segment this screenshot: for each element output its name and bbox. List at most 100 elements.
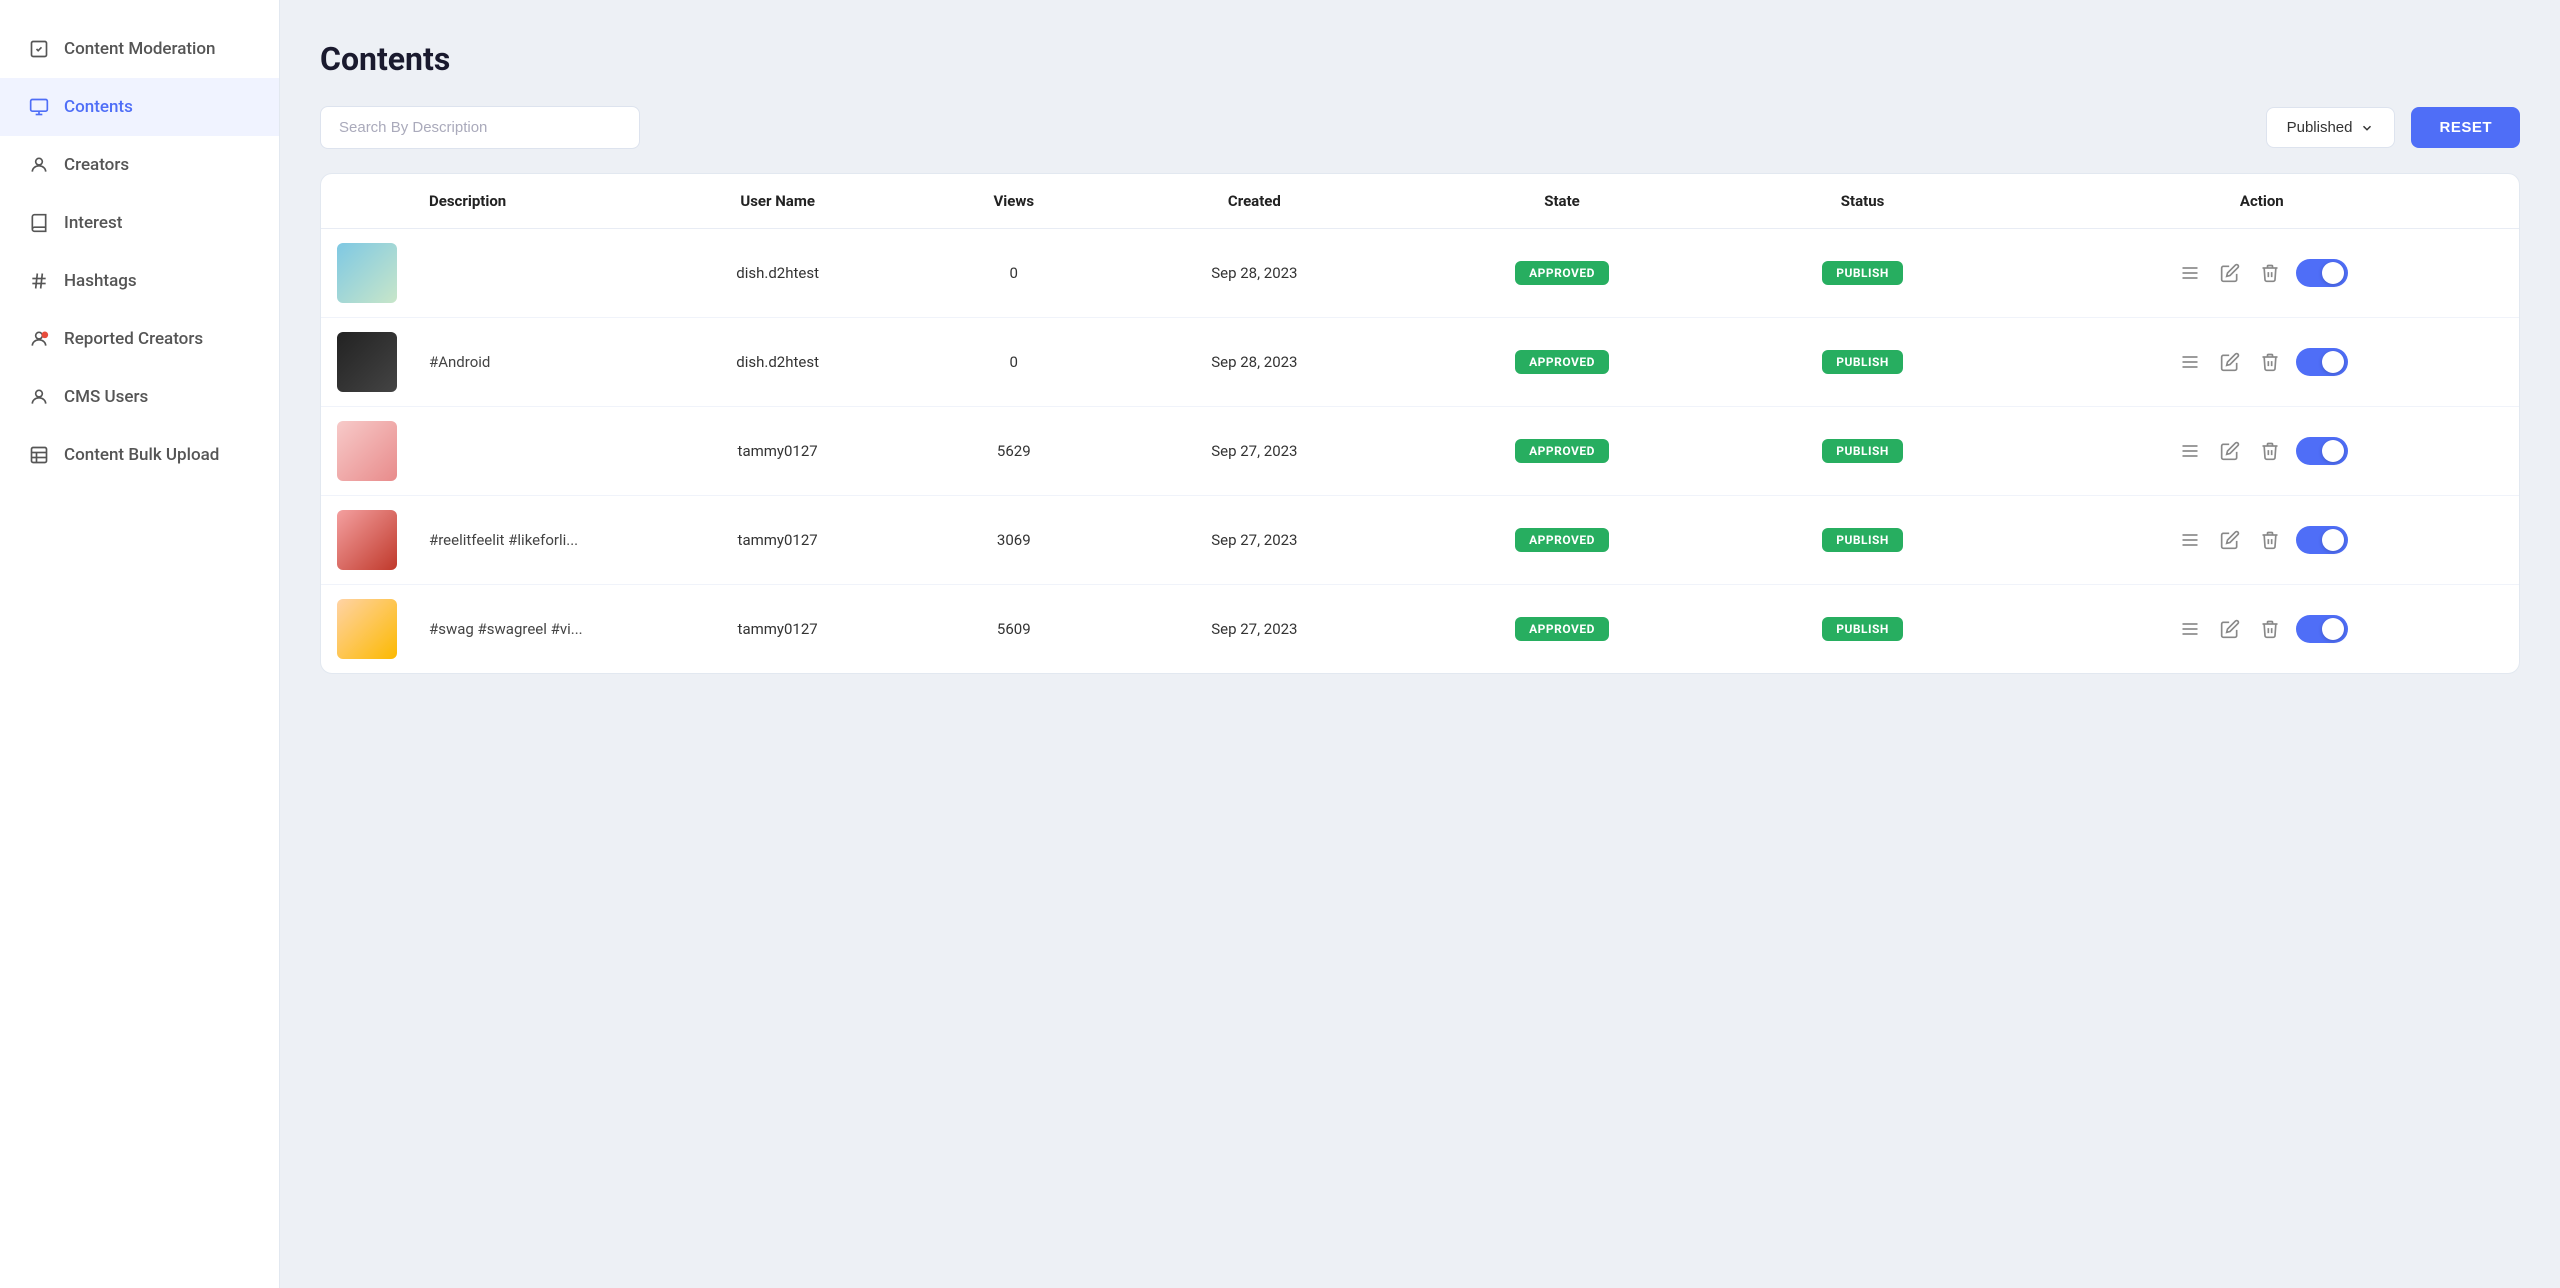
- delete-icon-2[interactable]: [2256, 437, 2284, 465]
- sidebar-label-cms-users: CMS Users: [64, 387, 148, 407]
- sidebar-item-creators[interactable]: Creators: [0, 136, 279, 194]
- sidebar-item-content-bulk-upload[interactable]: Content Bulk Upload: [0, 426, 279, 484]
- cell-created-4: Sep 27, 2023: [1105, 585, 1403, 674]
- cell-thumb-3: [321, 496, 413, 585]
- filter-bar: Published RESET: [320, 106, 2520, 149]
- status-badge-1: PUBLISH: [1822, 350, 1903, 374]
- reported-creators-icon: [28, 328, 50, 350]
- edit-icon-2[interactable]: [2216, 437, 2244, 465]
- menu-icon-0[interactable]: [2176, 259, 2204, 287]
- cell-views-4: 5609: [922, 585, 1105, 674]
- thumbnail-1: [337, 332, 397, 392]
- cell-thumb-1: [321, 318, 413, 407]
- table-header-row: Description User Name Views Created Stat…: [321, 174, 2519, 229]
- cell-description-0: [413, 229, 633, 318]
- toggle-4[interactable]: [2296, 615, 2348, 643]
- sidebar-item-cms-users[interactable]: CMS Users: [0, 368, 279, 426]
- col-created: Created: [1105, 174, 1403, 229]
- sidebar-item-content-moderation[interactable]: Content Moderation: [0, 20, 279, 78]
- toggle-1[interactable]: [2296, 348, 2348, 376]
- cell-state-4: APPROVED: [1403, 585, 1720, 674]
- sidebar-label-content-moderation: Content Moderation: [64, 39, 216, 59]
- cell-action-2: [2005, 407, 2519, 496]
- sidebar-item-reported-creators[interactable]: Reported Creators: [0, 310, 279, 368]
- cell-views-0: 0: [922, 229, 1105, 318]
- edit-icon-0[interactable]: [2216, 259, 2244, 287]
- cell-status-3: PUBLISH: [1721, 496, 2005, 585]
- state-badge-4: APPROVED: [1515, 617, 1609, 641]
- toggle-0[interactable]: [2296, 259, 2348, 287]
- edit-icon-3[interactable]: [2216, 526, 2244, 554]
- reset-button[interactable]: RESET: [2411, 107, 2520, 148]
- toggle-2[interactable]: [2296, 437, 2348, 465]
- action-group-1: [2021, 348, 2503, 376]
- state-badge-0: APPROVED: [1515, 261, 1609, 285]
- sidebar-item-contents[interactable]: Contents: [0, 78, 279, 136]
- delete-icon-1[interactable]: [2256, 348, 2284, 376]
- state-badge-2: APPROVED: [1515, 439, 1609, 463]
- contents-icon: [28, 96, 50, 118]
- action-group-2: [2021, 437, 2503, 465]
- thumbnail-2: [337, 421, 397, 481]
- edit-icon-1[interactable]: [2216, 348, 2244, 376]
- published-dropdown[interactable]: Published: [2266, 107, 2396, 148]
- col-thumb: [321, 174, 413, 229]
- sidebar-label-contents: Contents: [64, 97, 133, 117]
- cell-created-3: Sep 27, 2023: [1105, 496, 1403, 585]
- cell-description-1: #Android: [413, 318, 633, 407]
- cms-users-icon: [28, 386, 50, 408]
- status-badge-4: PUBLISH: [1822, 617, 1903, 641]
- cell-state-3: APPROVED: [1403, 496, 1720, 585]
- sidebar-label-content-bulk-upload: Content Bulk Upload: [64, 445, 219, 465]
- cell-action-0: [2005, 229, 2519, 318]
- content-bulk-upload-icon: [28, 444, 50, 466]
- cell-thumb-0: [321, 229, 413, 318]
- thumbnail-3: [337, 510, 397, 570]
- delete-icon-0[interactable]: [2256, 259, 2284, 287]
- sidebar-label-interest: Interest: [64, 213, 122, 233]
- table-row: #reelitfeelit #likeforli... tammy0127 30…: [321, 496, 2519, 585]
- search-input[interactable]: [320, 106, 640, 149]
- cell-action-1: [2005, 318, 2519, 407]
- col-views: Views: [922, 174, 1105, 229]
- menu-icon-3[interactable]: [2176, 526, 2204, 554]
- action-group-4: [2021, 615, 2503, 643]
- col-action: Action: [2005, 174, 2519, 229]
- cell-created-2: Sep 27, 2023: [1105, 407, 1403, 496]
- table-row: #Android dish.d2htest 0 Sep 28, 2023 APP…: [321, 318, 2519, 407]
- interest-icon: [28, 212, 50, 234]
- toggle-3[interactable]: [2296, 526, 2348, 554]
- cell-thumb-4: [321, 585, 413, 674]
- state-badge-3: APPROVED: [1515, 528, 1609, 552]
- col-state: State: [1403, 174, 1720, 229]
- cell-username-3: tammy0127: [633, 496, 922, 585]
- main-content: Contents Published RESET Description Use…: [280, 0, 2560, 1288]
- sidebar-item-interest[interactable]: Interest: [0, 194, 279, 252]
- cell-username-4: tammy0127: [633, 585, 922, 674]
- cell-status-4: PUBLISH: [1721, 585, 2005, 674]
- sidebar-label-hashtags: Hashtags: [64, 271, 137, 291]
- cell-description-2: [413, 407, 633, 496]
- published-label: Published: [2287, 119, 2353, 136]
- delete-icon-4[interactable]: [2256, 615, 2284, 643]
- hashtags-icon: [28, 270, 50, 292]
- menu-icon-4[interactable]: [2176, 615, 2204, 643]
- cell-views-1: 0: [922, 318, 1105, 407]
- cell-username-2: tammy0127: [633, 407, 922, 496]
- cell-state-1: APPROVED: [1403, 318, 1720, 407]
- cell-username-0: dish.d2htest: [633, 229, 922, 318]
- menu-icon-2[interactable]: [2176, 437, 2204, 465]
- page-title: Contents: [320, 40, 2520, 78]
- cell-status-0: PUBLISH: [1721, 229, 2005, 318]
- contents-table: Description User Name Views Created Stat…: [321, 174, 2519, 673]
- cell-created-0: Sep 28, 2023: [1105, 229, 1403, 318]
- delete-icon-3[interactable]: [2256, 526, 2284, 554]
- menu-icon-1[interactable]: [2176, 348, 2204, 376]
- table-row: #swag #swagreel #vi... tammy0127 5609 Se…: [321, 585, 2519, 674]
- cell-status-1: PUBLISH: [1721, 318, 2005, 407]
- creators-icon: [28, 154, 50, 176]
- cell-state-2: APPROVED: [1403, 407, 1720, 496]
- edit-icon-4[interactable]: [2216, 615, 2244, 643]
- content-moderation-icon: [28, 38, 50, 60]
- sidebar-item-hashtags[interactable]: Hashtags: [0, 252, 279, 310]
